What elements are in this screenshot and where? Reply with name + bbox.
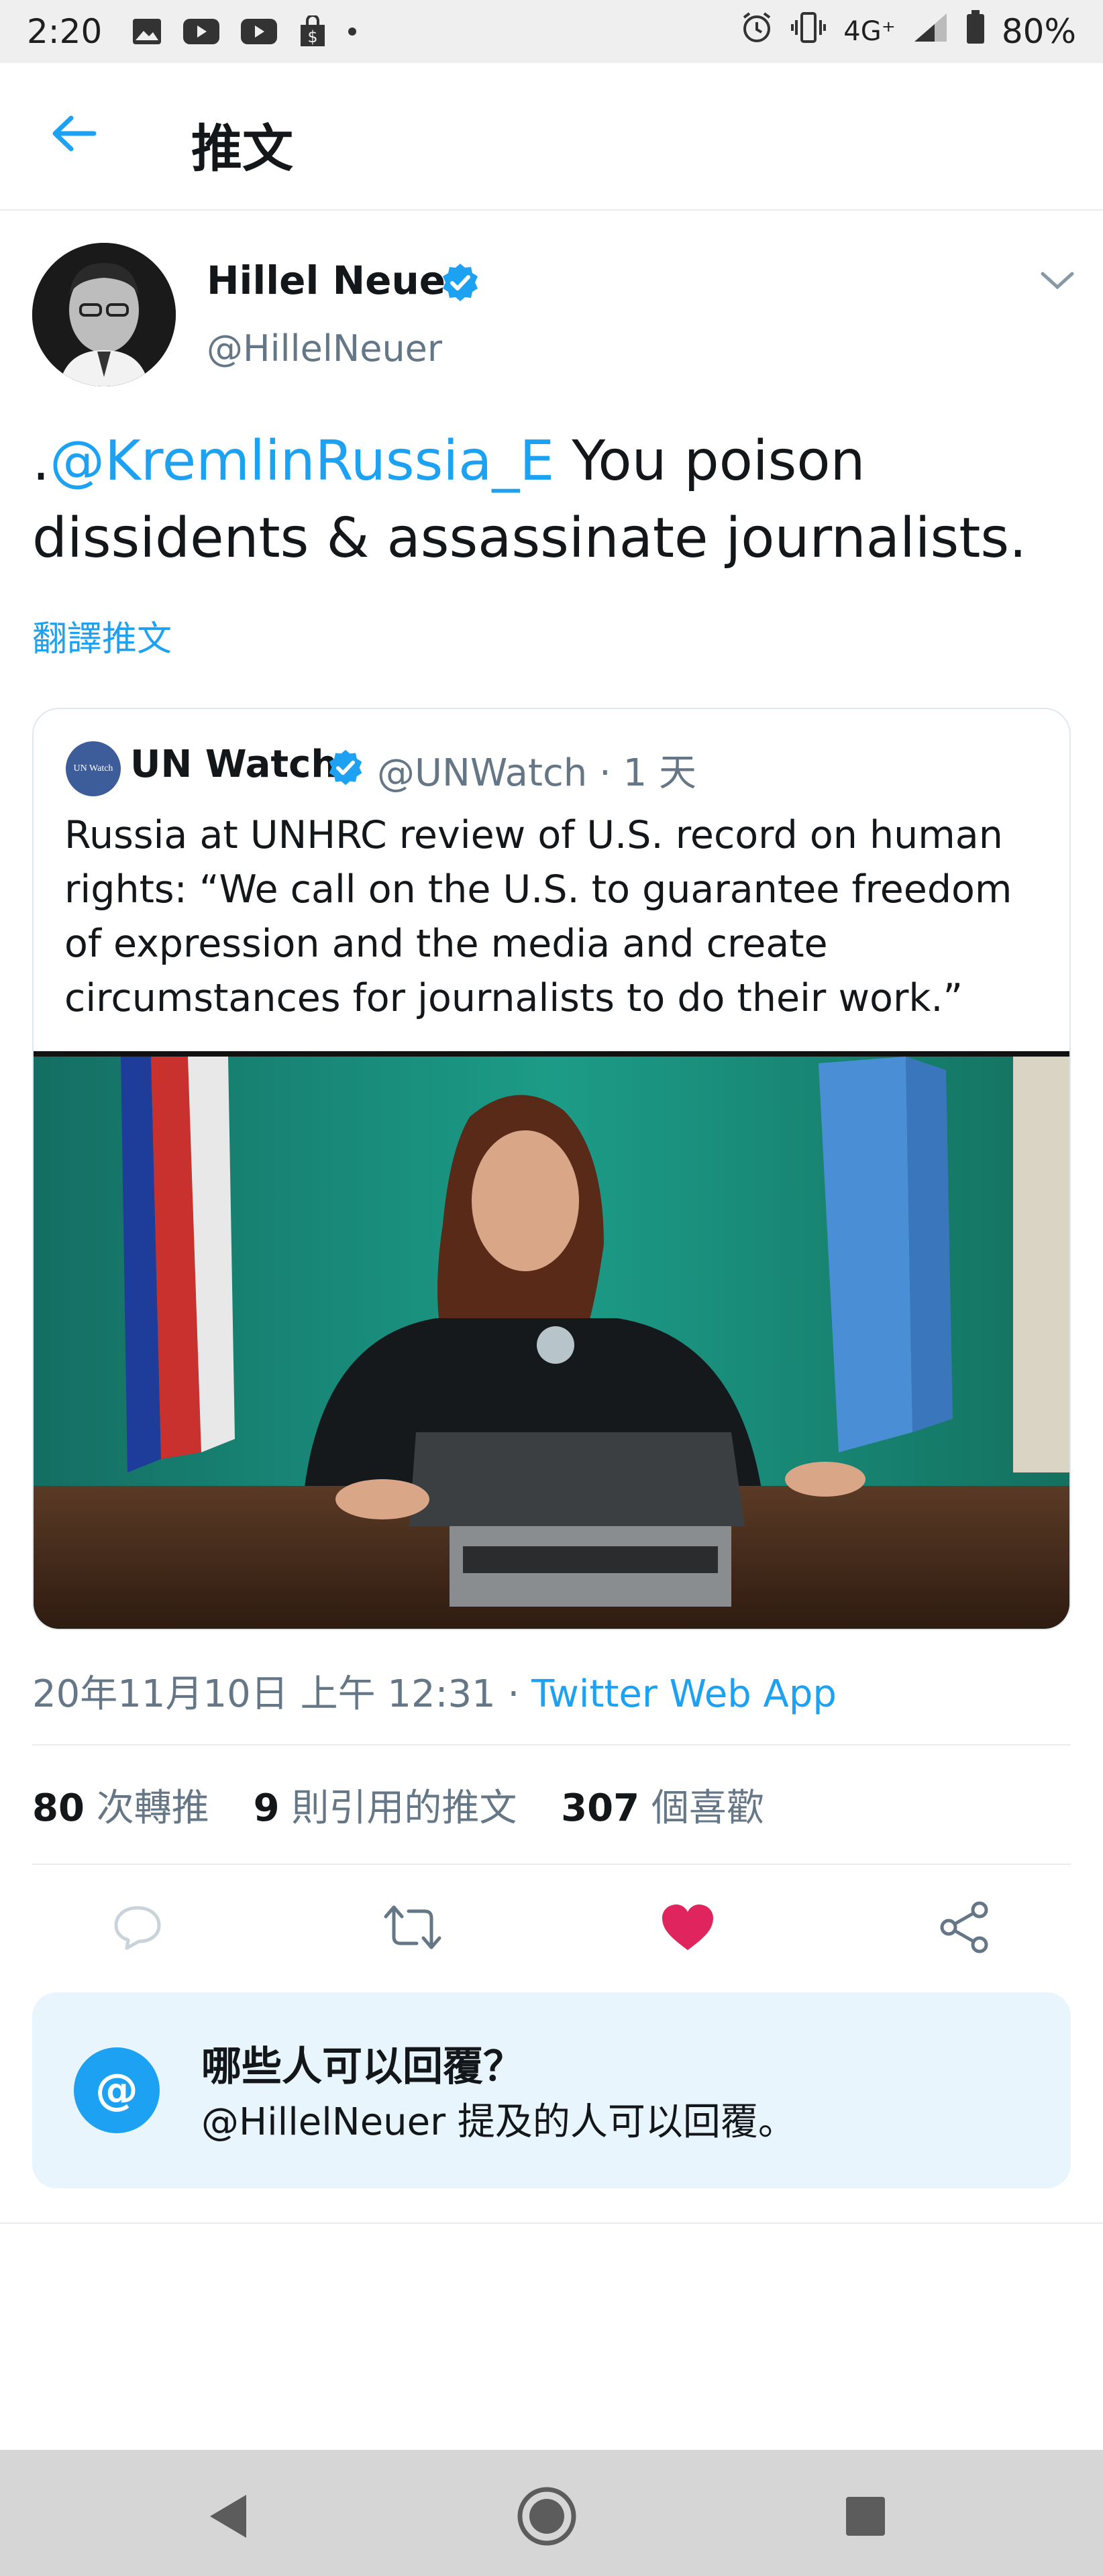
tweet-source-link[interactable]: Twitter Web App	[531, 1672, 837, 1716]
translate-tweet-link[interactable]: 翻譯推文	[32, 610, 172, 661]
system-navigation-bar	[0, 2450, 1103, 2576]
mention-link[interactable]: @KremlinRussia_E	[50, 429, 554, 493]
arrow-left-icon	[52, 115, 97, 152]
tweet-detail-screen: 2:20 $ 4G⁺ 80% 推文 Hillel Neuer @HillelNe…	[0, 0, 1103, 2576]
retweet-button[interactable]	[379, 1897, 446, 1957]
page-title: 推文	[191, 119, 293, 178]
gallery-icon	[132, 17, 162, 46]
status-right: 4G⁺ 80%	[740, 10, 1076, 53]
tweet-text: .@KremlinRussia_E You poison dissidents …	[32, 423, 1079, 577]
who-can-reply-notice: @ 哪些人可以回覆？ @HillelNeuer 提及的人可以回覆。	[32, 1992, 1071, 2188]
divider	[32, 1864, 1071, 1865]
back-button[interactable]	[47, 110, 101, 157]
home-circle-icon	[517, 2487, 576, 2546]
mention-at-icon: @	[74, 2047, 160, 2133]
nav-back-button[interactable]	[195, 2486, 262, 2546]
shopping-bag-icon: $	[298, 15, 327, 48]
vibrate-icon	[790, 11, 827, 52]
divider	[32, 1744, 1071, 1746]
tweet-stats: 80 次轉推 9 則引用的推文 307 個喜歡	[32, 1778, 796, 1832]
retweets-label: 次轉推	[84, 1786, 209, 1830]
likes-stat[interactable]: 307 個喜歡	[561, 1786, 764, 1830]
quotes-count: 9	[253, 1786, 280, 1830]
quoted-handle-time: @UNWatch · 1 天	[377, 751, 697, 795]
like-button[interactable]	[654, 1897, 721, 1957]
signal-icon	[912, 11, 949, 52]
nav-home-button[interactable]	[513, 2486, 580, 2546]
tweet-timestamp: 20年11月10日 上午 12:31 ·	[32, 1672, 532, 1716]
status-time: 2:20	[27, 12, 103, 51]
app-header: 推文	[0, 63, 1103, 211]
retweets-stat[interactable]: 80 次轉推	[32, 1786, 209, 1830]
quoted-video-thumbnail[interactable]	[34, 1051, 1069, 1629]
likes-label: 個喜歡	[639, 1786, 764, 1830]
battery-level: 80%	[1001, 12, 1076, 51]
author-name[interactable]: Hillel Neuer	[207, 258, 465, 303]
triangle-back-icon	[210, 2495, 246, 2538]
tweet-text-prefix: .	[32, 429, 50, 493]
status-bar: 2:20 $ 4G⁺ 80%	[0, 0, 1103, 63]
reply-icon	[114, 1906, 161, 1950]
battery-icon	[965, 10, 986, 53]
author-avatar[interactable]	[32, 243, 176, 386]
quotes-label: 則引用的推文	[279, 1786, 517, 1830]
quotes-stat[interactable]: 9 則引用的推文	[254, 1786, 517, 1830]
quoted-tweet-card[interactable]: UN Watch UN Watch @UNWatch · 1 天 Russia …	[32, 708, 1071, 1630]
dot-icon	[348, 27, 357, 36]
author-handle[interactable]: @HillelNeuer	[207, 327, 442, 370]
share-icon	[940, 1901, 988, 1953]
svg-text:$: $	[308, 28, 318, 46]
reply-button[interactable]	[104, 1897, 171, 1957]
youtube-icon	[182, 18, 220, 45]
quoted-avatar: UN Watch	[66, 741, 121, 796]
tweet-timestamp-source: 20年11月10日 上午 12:31 · Twitter Web App	[32, 1664, 837, 1718]
divider	[0, 2222, 1103, 2224]
share-button[interactable]	[931, 1897, 998, 1957]
heart-icon	[662, 1904, 713, 1950]
quoted-author-name: UN Watch	[130, 743, 338, 786]
youtube-icon	[240, 18, 278, 45]
likes-count: 307	[561, 1786, 640, 1830]
verified-badge-icon	[326, 748, 365, 787]
more-options-button[interactable]	[1039, 267, 1076, 294]
square-recents-icon	[846, 2497, 885, 2536]
retweets-count: 80	[32, 1786, 85, 1830]
who-can-reply-description: @HillelNeuer 提及的人可以回覆。	[201, 2100, 796, 2144]
network-type: 4G⁺	[843, 16, 896, 47]
verified-badge-icon	[439, 262, 481, 303]
alarm-icon	[740, 11, 774, 52]
retweet-icon	[384, 1905, 441, 1949]
who-can-reply-title: 哪些人可以回覆？	[201, 2043, 523, 2090]
quoted-tweet-text: Russia at UNHRC review of U.S. record on…	[64, 813, 1012, 1020]
nav-recents-button[interactable]	[832, 2486, 899, 2546]
chevron-down-icon	[1041, 272, 1074, 290]
